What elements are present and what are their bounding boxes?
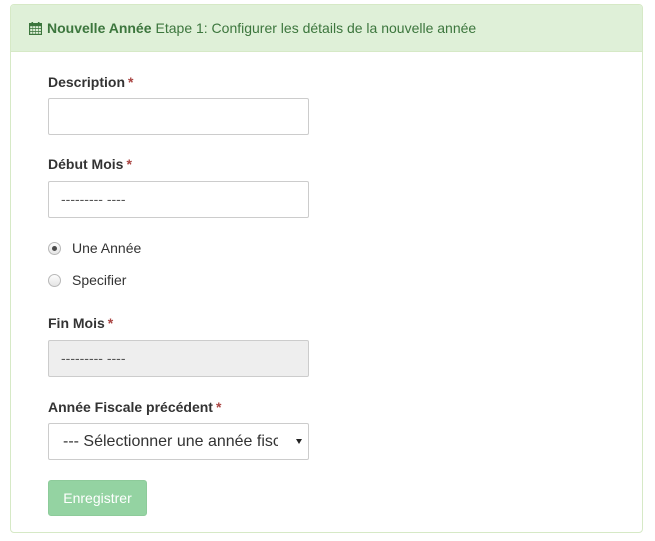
new-year-panel: Nouvelle Année Etape 1: Configurer les d… bbox=[10, 4, 643, 533]
previous-fiscal-year-label: Année Fiscale précédent * bbox=[48, 399, 221, 415]
save-button[interactable]: Enregistrer bbox=[48, 480, 147, 516]
description-label: Description * bbox=[48, 74, 133, 90]
select-value: --- Sélectionner une année fiscale --- bbox=[63, 433, 278, 450]
panel-title: Nouvelle Année bbox=[47, 20, 152, 36]
radio-specifier[interactable]: Specifier bbox=[48, 272, 126, 288]
required-marker: * bbox=[128, 74, 134, 90]
required-marker: * bbox=[126, 156, 132, 172]
start-month-input[interactable]: --------- ---- bbox=[48, 181, 309, 218]
required-marker: * bbox=[215, 399, 222, 415]
previous-fiscal-year-label-text: Année Fiscale précédent bbox=[48, 399, 213, 415]
end-month-label: Fin Mois * bbox=[48, 315, 113, 331]
panel-subtitle: Etape 1: Configurer les détails de la no… bbox=[155, 20, 477, 36]
panel-heading: Nouvelle Année Etape 1: Configurer les d… bbox=[11, 5, 642, 52]
end-month-input: --------- ---- bbox=[48, 340, 309, 377]
start-month-label-text: Début Mois bbox=[48, 156, 124, 172]
description-input[interactable] bbox=[48, 98, 309, 135]
radio-une-annee[interactable]: Une Année bbox=[48, 240, 141, 256]
radio-label: Specifier bbox=[72, 272, 127, 288]
radio-button-checked[interactable] bbox=[48, 241, 61, 255]
start-month-label: Début Mois * bbox=[48, 156, 132, 172]
required-marker: * bbox=[107, 315, 114, 331]
end-month-label-text: Fin Mois bbox=[48, 315, 105, 331]
calendar-icon bbox=[29, 21, 42, 35]
chevron-down-icon bbox=[296, 439, 302, 444]
previous-fiscal-year-select[interactable]: --- Sélectionner une année fiscale --- bbox=[48, 423, 309, 460]
radio-button[interactable] bbox=[48, 273, 61, 287]
radio-label: Une Année bbox=[72, 240, 142, 256]
description-label-text: Description bbox=[48, 74, 126, 90]
